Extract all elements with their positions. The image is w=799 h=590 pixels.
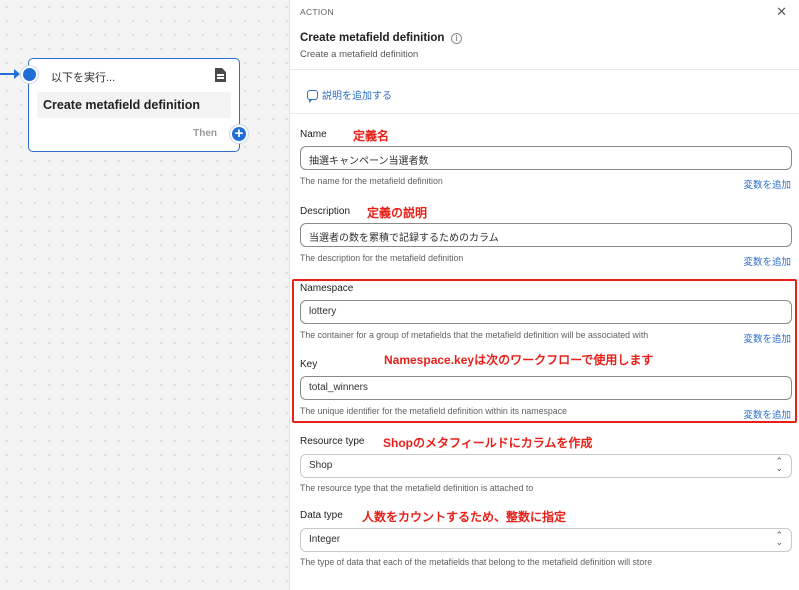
add-step-button[interactable]: + [230, 125, 248, 143]
data-type-label: Data type [300, 510, 343, 521]
data-type-annotation: 人数をカウントするため、整数に指定 [362, 510, 567, 524]
node-then-label: Then [193, 128, 217, 139]
key-label: Key [300, 359, 318, 370]
add-description-label: 説明を追加する [322, 91, 392, 102]
namespace-add-variable-link[interactable]: 変数を追加 [743, 331, 791, 345]
resource-type-value: Shop [309, 460, 333, 471]
description-help: The description for the metafield defini… [300, 253, 464, 263]
connector-arrow-icon [14, 69, 20, 79]
document-icon [215, 68, 226, 82]
info-icon[interactable]: i [451, 33, 462, 44]
resource-type-select[interactable]: Shop ⌃ ⌄ [300, 454, 792, 478]
description-label: Description [300, 206, 351, 217]
panel-kicker: ACTION [300, 7, 334, 17]
divider [290, 113, 799, 114]
name-label: Name [300, 129, 327, 140]
resource-type-annotation: Shopのメタフィールドにカラムを作成 [383, 436, 593, 450]
key-help: The unique identifier for the metafield … [300, 406, 567, 416]
name-field[interactable]: 抽選キャンペーン当選者数 [300, 146, 792, 170]
namespace-help: The container for a group of metafields … [300, 330, 649, 340]
data-type-help: The type of data that each of the metafi… [300, 557, 653, 567]
panel-title: Create metafield definition [300, 32, 445, 44]
add-description-button[interactable]: 説明を追加する [307, 87, 392, 103]
divider [290, 69, 799, 70]
key-annotation: Namespace.keyは次のワークフローで使用します [384, 353, 654, 367]
comment-icon [307, 89, 318, 103]
data-type-value: Integer [309, 534, 341, 545]
name-add-variable-link[interactable]: 変数を追加 [743, 177, 791, 191]
workflow-canvas[interactable]: 以下を実行... Create metafield definition The… [0, 0, 289, 590]
namespace-field[interactable]: lottery [300, 300, 792, 324]
description-annotation: 定義の説明 [367, 206, 428, 220]
description-add-variable-link[interactable]: 変数を追加 [743, 254, 791, 268]
node-action-title: Create metafield definition [37, 92, 231, 118]
description-field[interactable]: 当選者の数を累積で記録するためのカラム [300, 223, 792, 247]
key-add-variable-link[interactable]: 変数を追加 [743, 407, 791, 421]
resource-type-help: The resource type that the metafield def… [300, 483, 534, 493]
select-chevron-icon: ⌃ ⌄ [775, 530, 783, 547]
resource-type-label: Resource type [300, 436, 365, 447]
action-panel: ACTION ✕ Create metafield definition i C… [289, 0, 799, 590]
namespace-label: Namespace [300, 283, 354, 294]
select-chevron-icon: ⌃ ⌄ [775, 456, 783, 473]
key-field[interactable]: total_winners [300, 376, 792, 400]
name-help: The name for the metafield definition [300, 176, 443, 186]
panel-subtitle: Create a metafield definition [300, 49, 419, 60]
node-input-handle[interactable] [21, 66, 38, 83]
action-node[interactable]: 以下を実行... Create metafield definition The… [21, 58, 248, 152]
close-icon[interactable]: ✕ [776, 4, 787, 20]
node-header: 以下を実行... [51, 72, 116, 84]
name-annotation: 定義名 [353, 129, 390, 143]
data-type-select[interactable]: Integer ⌃ ⌄ [300, 528, 792, 552]
